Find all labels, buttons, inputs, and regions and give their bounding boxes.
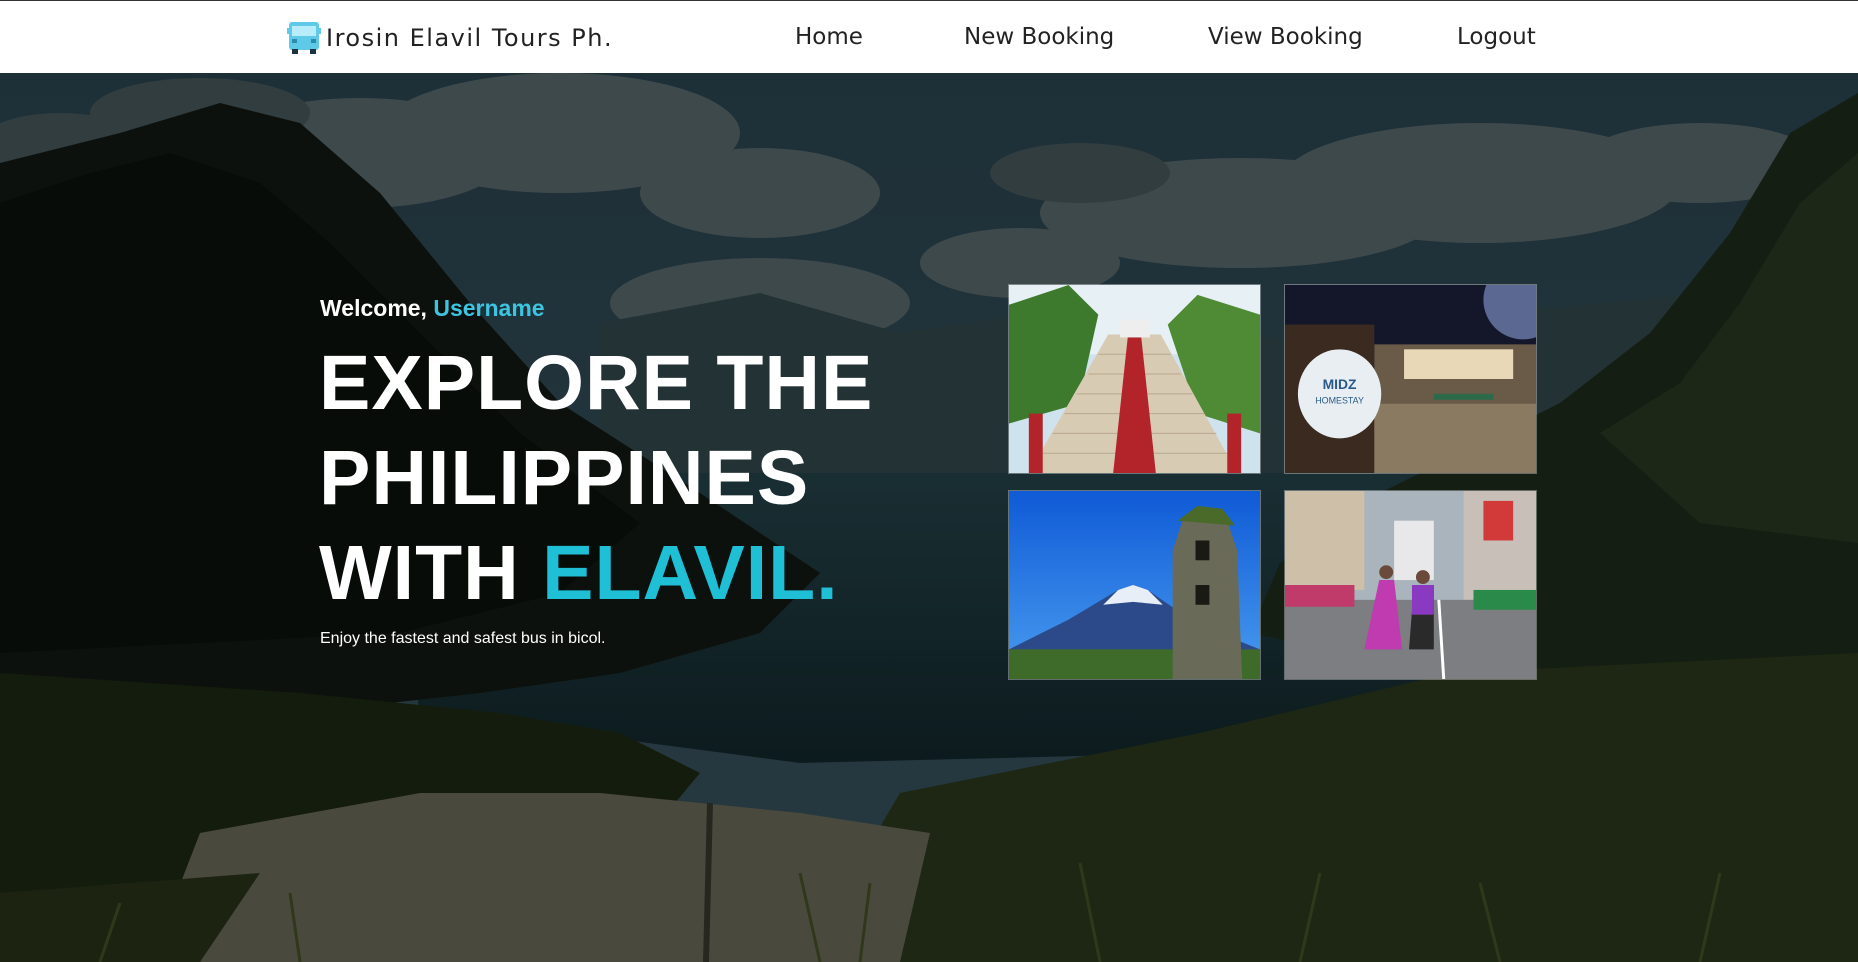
nav-home-link[interactable]: Home [795, 24, 863, 50]
top-navbar: Irosin Elavil Tours Ph. Home New Booking… [0, 0, 1858, 73]
hero-section: Welcome, Username EXPLORE THE PHILIPPINE… [0, 73, 1858, 962]
gallery-photo-church-stairway [1008, 284, 1261, 474]
nav-view-booking-link[interactable]: View Booking [1208, 24, 1363, 50]
welcome-message: Welcome, Username [320, 295, 545, 322]
svg-text:HOMESTAY: HOMESTAY [1315, 396, 1364, 406]
svg-text:MIDZ: MIDZ [1323, 376, 1357, 392]
brand-name: Irosin Elavil Tours Ph. [326, 24, 614, 52]
photo-gallery: MIDZ HOMESTAY [1008, 284, 1537, 680]
username-label: Username [433, 295, 545, 321]
bus-icon [287, 22, 321, 54]
headline-accent: ELAVIL. [542, 530, 839, 616]
gallery-photo-homestay-sign: MIDZ HOMESTAY [1284, 284, 1537, 474]
hero-background-image [0, 73, 1858, 962]
headline-line-3: WITH ELAVIL. [319, 526, 873, 621]
welcome-prefix: Welcome, [320, 295, 427, 321]
headline-line-1: EXPLORE THE [319, 340, 874, 426]
headline-line-3-prefix: WITH [319, 530, 520, 616]
hero-tagline: Enjoy the fastest and safest bus in bico… [320, 630, 606, 647]
hero-headline: EXPLORE THE PHILIPPINES WITH ELAVIL. [319, 336, 873, 621]
gallery-photo-street-festival-dancers [1284, 490, 1537, 680]
headline-line-2: PHILIPPINES [319, 435, 810, 521]
nav-new-booking-link[interactable]: New Booking [964, 24, 1114, 50]
nav-logout-link[interactable]: Logout [1457, 24, 1536, 50]
gallery-photo-volcano-and-bell-tower [1008, 490, 1261, 680]
brand-logo-link[interactable]: Irosin Elavil Tours Ph. [286, 20, 613, 56]
